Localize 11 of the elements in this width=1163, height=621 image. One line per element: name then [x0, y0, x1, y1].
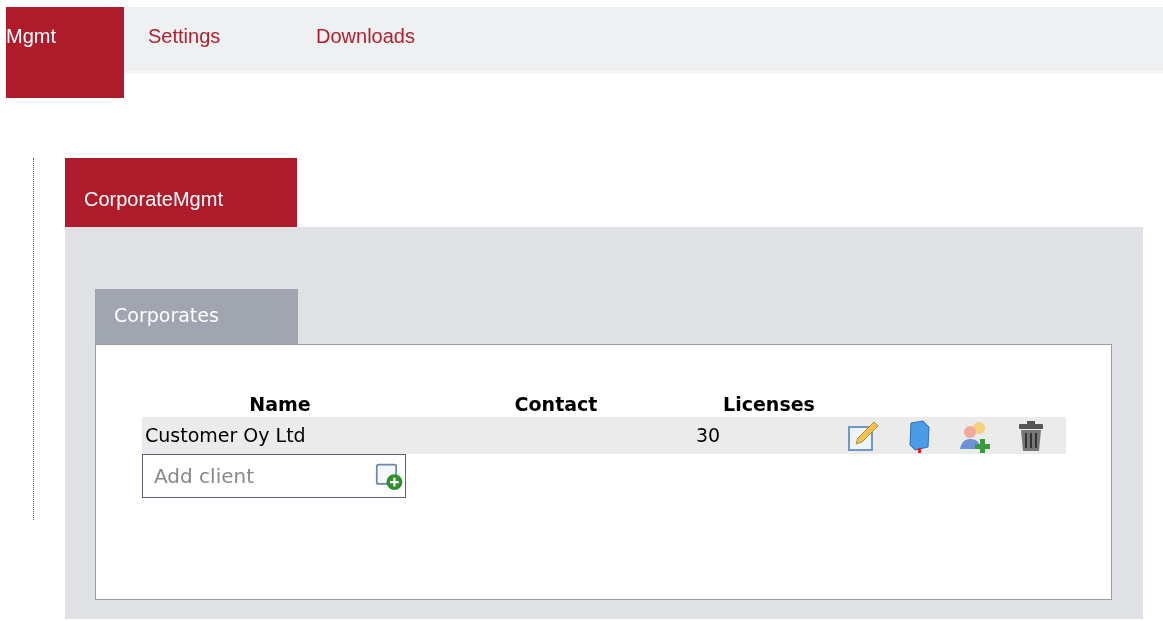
column-header: Contact — [513, 393, 599, 417]
table-cell: Customer Oy Ltd — [142, 417, 418, 454]
nav-tab[interactable]: Downloads — [292, 7, 460, 71]
column-header: Licenses — [722, 393, 816, 417]
column-header: Name — [248, 393, 312, 417]
table-cell: 30 — [694, 417, 844, 454]
nav-tab[interactable]: Settings — [124, 7, 292, 71]
add-client-box[interactable]: Add client — [142, 454, 406, 498]
add-icon[interactable] — [375, 461, 405, 491]
nav-tab[interactable]: Mgmt — [6, 7, 124, 98]
section-tab[interactable]: CorporateMgmt — [65, 158, 297, 227]
